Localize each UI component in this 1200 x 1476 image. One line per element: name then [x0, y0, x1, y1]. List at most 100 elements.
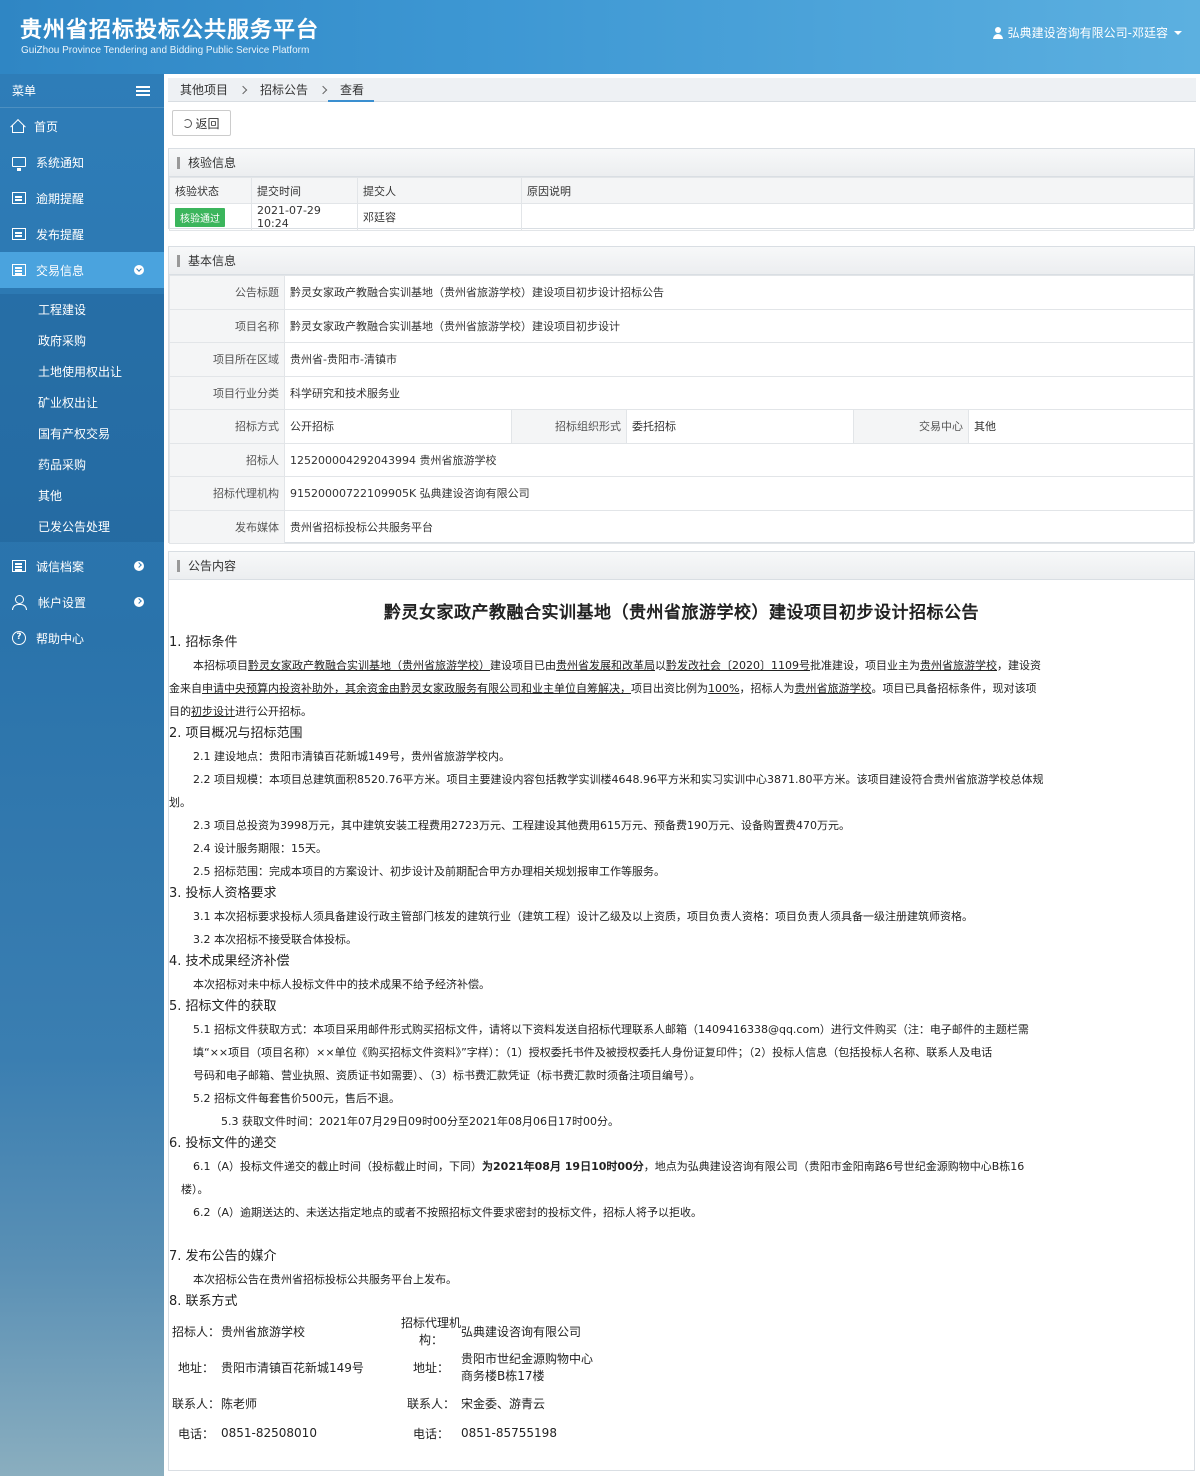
- column-header: 提交时间: [251, 177, 358, 204]
- field-label: 招标代理机构: [169, 476, 285, 511]
- contact-value: 弘典建设咨询有限公司: [461, 1324, 582, 1339]
- sidebar-subitem[interactable]: 其他: [0, 480, 164, 511]
- user-menu[interactable]: 弘典建设咨询有限公司-邓廷容: [992, 24, 1182, 41]
- platform-title: 贵州省招标投标公共服务平台: [20, 18, 320, 43]
- verify-panel: 核验信息 核验状态 提交时间 提交人 原因说明 核验通过 2021-07-29 …: [168, 148, 1195, 231]
- home-icon: [12, 125, 24, 133]
- chevron-down-icon: [1174, 30, 1182, 35]
- menu-header: 菜单: [0, 74, 164, 108]
- sidebar-item-home[interactable]: 首页: [0, 108, 164, 144]
- contact-label: 电话：: [177, 1426, 214, 1441]
- breadcrumb-item[interactable]: 招标公告: [248, 78, 318, 102]
- field-value: 其他: [968, 409, 1194, 444]
- inbox-icon: [12, 192, 26, 204]
- table-row: 核验通过 2021-07-29 10:24 邓廷容: [169, 203, 1194, 231]
- breadcrumb-item[interactable]: 其他项目: [168, 78, 238, 102]
- sidebar-subitem[interactable]: 已发公告处理: [0, 511, 164, 542]
- paragraph: 3.2 本次招标不接受联合体投标。: [193, 933, 357, 946]
- sidebar-item-trade-info[interactable]: 交易信息: [0, 252, 164, 288]
- table-row: 项目名称 黔灵女家政产教融合实训基地（贵州省旅游学校）建设项目初步设计: [169, 308, 1194, 343]
- table-row: 地址： 贵阳市清镇百花新城149号 地址： 贵阳市世纪金源购物中心商务楼B栋17…: [171, 1349, 601, 1385]
- sidebar-subitem[interactable]: 药品采购: [0, 449, 164, 480]
- field-value: 黔灵女家政产教融合实训基地（贵州省旅游学校）建设项目初步设计招标公告: [284, 275, 1194, 310]
- menu-label: 菜单: [12, 84, 37, 98]
- section-heading: 7. 发布公告的媒介: [169, 1249, 277, 1264]
- paragraph: 6.1（A）投标文件递交的截止时间（投标截止时间，下同）为2021年08月 19…: [193, 1160, 1025, 1173]
- sidebar: 菜单 首页 系统通知 逾期提醒 发布提醒 交易信息 工程建设 政府采购 土地使用…: [0, 74, 164, 1476]
- contact-label: 招标人：: [171, 1324, 220, 1339]
- back-label: 返回: [195, 116, 220, 131]
- field-value: 委托招标: [626, 409, 854, 444]
- chevron-right-icon: [318, 85, 328, 94]
- chevron-right-icon: [134, 561, 144, 571]
- contact-table: 招标人： 贵州省旅游学校 招标代理机构： 弘典建设咨询有限公司 地址： 贵阳市清…: [171, 1313, 601, 1445]
- paragraph: 5.2 招标文件每套售价500元，售后不退。: [193, 1092, 400, 1105]
- sidebar-subitem[interactable]: 土地使用权出让: [0, 356, 164, 387]
- announcement-body: 1. 招标条件 本招标项目黔灵女家政产教融合实训基地（贵州省旅游学校）建设项目已…: [169, 632, 1194, 1445]
- field-value: 125200004292043994 贵州省旅游学校: [284, 442, 1194, 477]
- field-value: 黔灵女家政产教融合实训基地（贵州省旅游学校）建设项目初步设计: [284, 308, 1194, 343]
- sidebar-item-overdue[interactable]: 逾期提醒: [0, 180, 164, 216]
- paragraph: 2.5 招标范围：完成本项目的方案设计、初步设计及前期配合甲方办理相关规划报审工…: [193, 865, 665, 878]
- section-heading: 8. 联系方式: [169, 1294, 238, 1309]
- field-value: 公开招标: [284, 409, 512, 444]
- field-label: 项目名称: [169, 308, 285, 343]
- chevron-right-icon: [134, 597, 144, 607]
- sidebar-item-label: 交易信息: [36, 263, 85, 278]
- sidebar-item-help[interactable]: ? 帮助中心: [0, 620, 164, 656]
- panel-title: 公告内容: [169, 552, 1194, 580]
- contact-value: 陈老师: [221, 1396, 258, 1411]
- user-name: 弘典建设咨询有限公司-邓廷容: [1007, 26, 1168, 40]
- sidebar-item-label: 首页: [34, 119, 59, 134]
- list-icon: [12, 264, 26, 276]
- sidebar-item-label: 系统通知: [36, 155, 85, 170]
- field-value: 科学研究和技术服务业: [284, 375, 1194, 410]
- sidebar-subitem[interactable]: 工程建设: [0, 294, 164, 325]
- paragraph: 2.1 建设地点：贵阳市清镇百花新城149号，贵州省旅游学校内。: [193, 750, 510, 763]
- field-label: 公告标题: [169, 275, 285, 310]
- table-row: 公告标题 黔灵女家政产教融合实训基地（贵州省旅游学校）建设项目初步设计招标公告: [169, 275, 1194, 310]
- sidebar-subitem[interactable]: 矿业权出让: [0, 387, 164, 418]
- field-value: 贵州省-贵阳市-清镇市: [284, 342, 1194, 377]
- table-row: 招标代理机构 91520000722109905K 弘典建设咨询有限公司: [169, 476, 1194, 511]
- undo-icon: [183, 118, 193, 128]
- field-label: 招标组织形式: [511, 409, 627, 444]
- paragraph: 目的初步设计进行公开招标。: [169, 705, 312, 718]
- announcement-panel: 公告内容 黔灵女家政产教融合实训基地（贵州省旅游学校）建设项目初步设计招标公告 …: [168, 551, 1195, 1471]
- inbox-icon: [12, 228, 26, 240]
- column-header: 原因说明: [521, 177, 1194, 204]
- sidebar-subitem[interactable]: 国有产权交易: [0, 418, 164, 449]
- monitor-icon: [12, 157, 26, 171]
- paragraph: 本次招标对未中标人投标文件中的技术成果不给予经济补偿。: [193, 978, 490, 991]
- user-icon: [12, 595, 28, 610]
- table-row: 招标方式 公开招标 招标组织形式 委托招标 交易中心 其他: [169, 409, 1194, 444]
- sidebar-subitem[interactable]: 政府采购: [0, 325, 164, 356]
- help-icon: ?: [12, 631, 26, 645]
- menu-toggle-icon[interactable]: [136, 85, 150, 96]
- field-value: 贵州省招标投标公共服务平台: [284, 509, 1194, 544]
- contact-value: 0851-82508010: [221, 1426, 317, 1440]
- field-label: 招标人: [169, 442, 285, 477]
- section-heading: 5. 招标文件的获取: [169, 999, 277, 1014]
- table-row: 电话： 0851-82508010 电话： 0851-85755198: [171, 1421, 601, 1445]
- sidebar-item-notice[interactable]: 系统通知: [0, 144, 164, 180]
- contact-label: 地址：: [177, 1360, 214, 1375]
- paragraph: 划。: [169, 796, 191, 809]
- paragraph: 3.1 本次招标要求投标人须具备建设行政主管部门核发的建筑行业（建筑工程）设计乙…: [193, 910, 973, 923]
- field-label: 项目所在区域: [169, 342, 285, 377]
- reason: [521, 203, 1194, 231]
- main-content: 其他项目 招标公告 查看 返回 核验信息 核验状态 提交时间 提交人 原因说明 …: [164, 74, 1200, 1476]
- sidebar-item-publish-reminder[interactable]: 发布提醒: [0, 216, 164, 252]
- sidebar-item-label: 逾期提醒: [36, 191, 85, 206]
- sidebar-item-account[interactable]: 帐户设置: [0, 584, 164, 620]
- sidebar-item-credit[interactable]: 诚信档案: [0, 548, 164, 584]
- section-heading: 6. 投标文件的递交: [169, 1136, 277, 1151]
- panel-title: 核验信息: [169, 149, 1194, 177]
- chevron-down-icon: [134, 265, 144, 275]
- sidebar-item-label: 帐户设置: [38, 595, 87, 610]
- top-header: 贵州省招标投标公共服务平台 GuiZhou Province Tendering…: [0, 0, 1200, 74]
- section-heading: 3. 投标人资格要求: [169, 886, 277, 901]
- field-value: 91520000722109905K 弘典建设咨询有限公司: [284, 476, 1194, 511]
- back-button[interactable]: 返回: [172, 110, 231, 136]
- contact-value: 0851-85755198: [461, 1426, 557, 1440]
